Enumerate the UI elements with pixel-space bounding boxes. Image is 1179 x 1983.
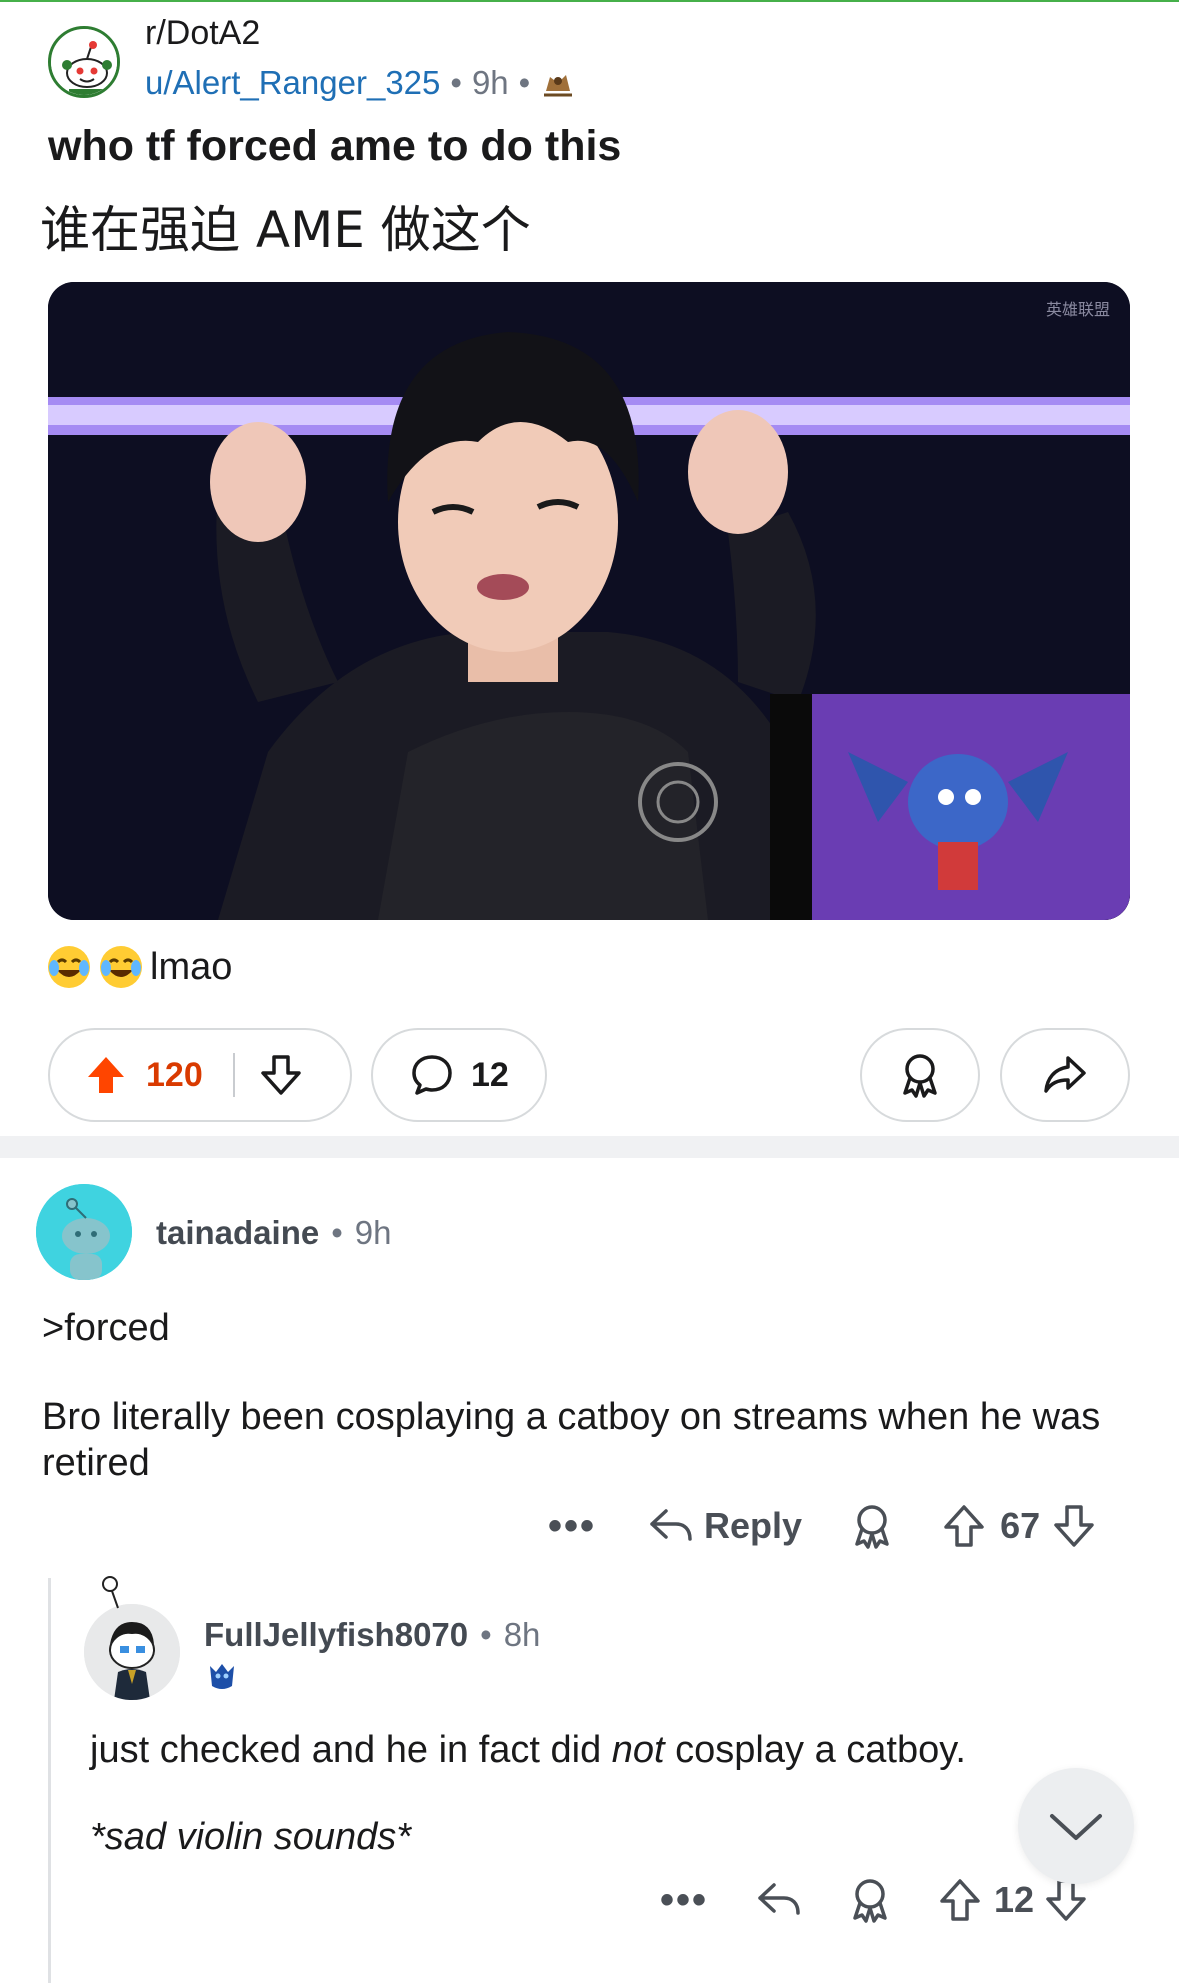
- post-title-translation: 谁在强迫 AME 做这个: [40, 201, 531, 259]
- award-icon[interactable]: [850, 1502, 894, 1550]
- upvote-icon[interactable]: [84, 1053, 128, 1097]
- section-divider: [0, 1136, 1179, 1158]
- snoo-avatar-icon: [51, 29, 117, 95]
- meta-separator: •: [480, 1616, 492, 1653]
- flair-text: lmao: [150, 945, 233, 988]
- reply-button[interactable]: Reply: [648, 1505, 802, 1547]
- avatar[interactable]: [84, 1604, 180, 1700]
- comment-author[interactable]: tainadaine: [156, 1214, 319, 1252]
- post-score: 120: [146, 1055, 203, 1094]
- laughing-emoji-icon: [48, 946, 90, 988]
- comment-actions: ••• Reply 67: [548, 1502, 1096, 1550]
- comment-body-line: >forced: [42, 1307, 170, 1349]
- comment-meta: FullJellyfish8070 • 8h: [204, 1616, 540, 1654]
- post-meta: u/Alert_Ranger_325 • 9h •: [145, 64, 576, 102]
- subreddit-avatar[interactable]: [48, 26, 120, 98]
- award-icon[interactable]: [848, 1876, 892, 1924]
- post-time: 9h: [471, 64, 509, 101]
- vote-bar: 120: [48, 1028, 352, 1122]
- laughing-emoji-icon: [100, 946, 142, 988]
- subreddit-name[interactable]: r/DotA2: [145, 14, 260, 53]
- comment-body-line: Bro literally been cosplaying a catboy o…: [42, 1396, 1101, 1484]
- downvote-icon[interactable]: [259, 1053, 303, 1097]
- upvote-icon[interactable]: [942, 1503, 986, 1549]
- award-button[interactable]: [860, 1028, 980, 1122]
- comment-meta: tainadaine • 9h: [156, 1214, 392, 1252]
- reply-icon: [650, 1509, 692, 1541]
- comment-score: 67: [1000, 1505, 1041, 1546]
- top-border: [0, 0, 1179, 2]
- share-icon: [1044, 1056, 1086, 1093]
- upvote-icon[interactable]: [938, 1877, 982, 1923]
- user-flair-icon: [210, 1664, 234, 1689]
- comment-count: 12: [471, 1055, 509, 1094]
- media-watermark: 英雄联盟: [1045, 300, 1110, 319]
- comment-actions: ••• 12: [660, 1876, 1088, 1924]
- comment-body-line: *sad violin sounds*: [90, 1816, 412, 1858]
- more-options-button[interactable]: •••: [548, 1504, 596, 1549]
- thread-line[interactable]: [48, 1578, 51, 1983]
- comment-icon: [412, 1055, 452, 1095]
- antenna-icon: [102, 1576, 119, 1609]
- reply-icon[interactable]: [756, 1879, 802, 1921]
- post-flair[interactable]: lmao: [46, 944, 232, 990]
- meta-separator: •: [518, 64, 531, 101]
- comment-text: cosplay a catboy.: [664, 1729, 966, 1771]
- share-button[interactable]: [1000, 1028, 1130, 1122]
- more-options-button[interactable]: •••: [660, 1878, 708, 1923]
- downvote-icon[interactable]: [1044, 1877, 1088, 1923]
- comment-time: 8h: [503, 1616, 541, 1653]
- downvote-icon[interactable]: [1052, 1503, 1096, 1549]
- post-title[interactable]: who tf forced ame to do this: [48, 122, 621, 171]
- chevron-down-icon: [1050, 1814, 1102, 1840]
- comment-text: just checked and he in fact did: [90, 1729, 612, 1771]
- next-comment-button[interactable]: [1018, 1768, 1134, 1884]
- user-flair-icon: [544, 75, 573, 97]
- meta-separator: •: [450, 64, 462, 101]
- post-image[interactable]: 英雄联盟: [48, 282, 1130, 920]
- comment-body-line: just checked and he in fact did not cosp…: [90, 1727, 966, 1773]
- comments-button[interactable]: 12: [371, 1028, 547, 1122]
- vote-divider: [232, 1053, 235, 1097]
- snoo-avatar-icon: [36, 1184, 132, 1280]
- comment-emphasis: not: [611, 1729, 665, 1771]
- post-image-content: [48, 282, 1130, 920]
- comment-score: 12: [994, 1879, 1035, 1920]
- award-icon: [903, 1054, 937, 1098]
- comment-author[interactable]: FullJellyfish8070: [204, 1616, 468, 1654]
- avatar[interactable]: [36, 1184, 132, 1280]
- meta-separator: •: [331, 1214, 343, 1251]
- post-author[interactable]: u/Alert_Ranger_325: [145, 64, 440, 102]
- snoo-avatar-icon: [84, 1604, 180, 1700]
- reply-label: Reply: [704, 1505, 803, 1546]
- comment-time: 9h: [354, 1214, 392, 1251]
